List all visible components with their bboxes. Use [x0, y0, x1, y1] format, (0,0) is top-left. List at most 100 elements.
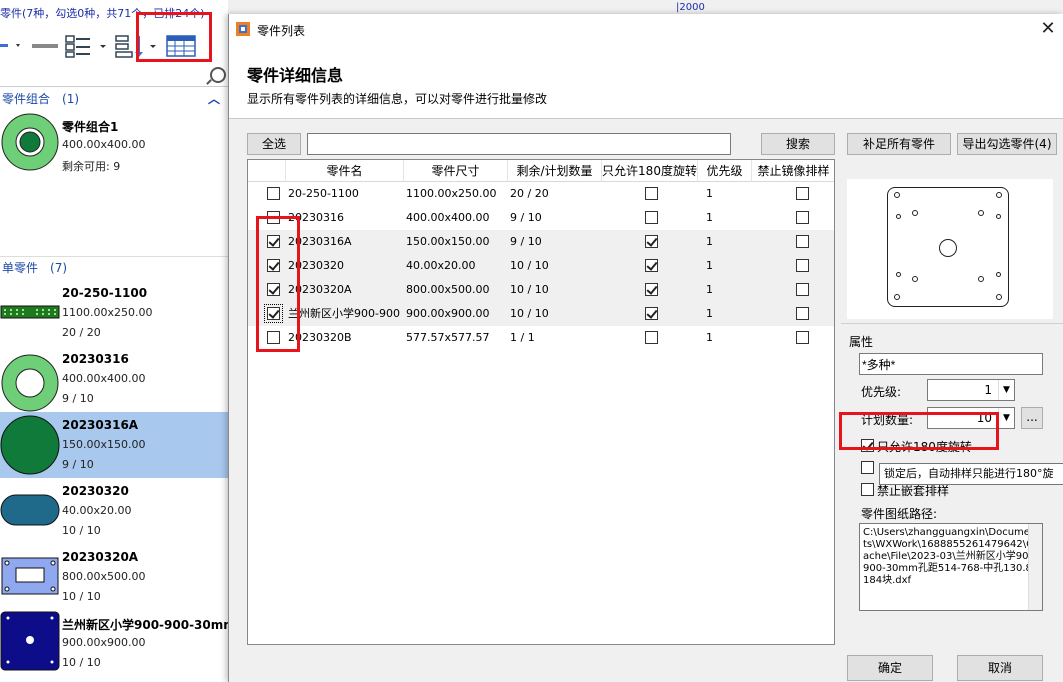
select-all-button[interactable]: 全选: [247, 133, 301, 155]
rot180-cell-checkbox[interactable]: [645, 211, 658, 224]
dialog-titlebar[interactable]: 零件列表 ✕: [229, 14, 1063, 46]
table-row[interactable]: 20-250-1100 1100.00x250.00 20 / 20 1: [248, 182, 834, 206]
nest-checkbox[interactable]: [861, 483, 874, 496]
combo-item[interactable]: 零件组合1 400.00x400.00 剩余可用: 9: [0, 112, 228, 178]
cell-remain: 10 / 10: [510, 259, 549, 272]
nomirror-cell-checkbox[interactable]: [796, 307, 809, 320]
part-item-selected[interactable]: 20230316A 150.00x150.00 9 / 10: [0, 412, 228, 478]
part-name-field[interactable]: [859, 353, 1043, 375]
combo-name: 零件组合1: [62, 120, 119, 134]
cell-size: 400.00x400.00: [406, 211, 490, 224]
part-thumbnail-ring: [1, 354, 59, 412]
row-select-checkbox[interactable]: [267, 187, 280, 200]
col-header-remain[interactable]: 剩余/计划数量: [508, 160, 602, 182]
part-thumbnail-ring: [1, 113, 59, 171]
table-row[interactable]: 20230320A 800.00x500.00 10 / 10 1: [248, 278, 834, 302]
path-scrollbar[interactable]: [1028, 524, 1042, 610]
list-view-icon[interactable]: [64, 34, 110, 58]
hole-mark: [996, 272, 1001, 277]
search-input[interactable]: [307, 133, 731, 155]
nomirror-cell-checkbox[interactable]: [796, 187, 809, 200]
rot180-cell-checkbox[interactable]: [645, 331, 658, 344]
cell-priority: 1: [706, 235, 713, 248]
highlight-toolbar-table: [136, 12, 212, 62]
cell-remain: 10 / 10: [510, 283, 549, 296]
rot180-cell-checkbox[interactable]: [645, 283, 658, 296]
parts-search[interactable]: [0, 65, 228, 87]
line-style-icon[interactable]: [0, 34, 26, 58]
nomirror-cell-checkbox[interactable]: [796, 331, 809, 344]
cancel-button[interactable]: 取消: [957, 655, 1043, 681]
part-item[interactable]: 20230320 40.00x20.00 10 / 10: [0, 478, 228, 544]
table-row[interactable]: 20230320 40.00x20.00 10 / 10 1: [248, 254, 834, 278]
part-item[interactable]: 20-250-1100 1100.00x250.00 20 / 20: [0, 280, 228, 346]
col-header-rot180[interactable]: 只允许180度旋转: [602, 160, 698, 182]
priority-label: 优先级:: [861, 385, 902, 399]
chevron-up-icon[interactable]: ︿: [208, 88, 220, 110]
part-item[interactable]: 20230320A 800.00x500.00 10 / 10: [0, 544, 228, 610]
rot180-cell-checkbox[interactable]: [645, 259, 658, 272]
rot180-cell-checkbox[interactable]: [645, 307, 658, 320]
cell-remain: 9 / 10: [510, 211, 542, 224]
col-header-priority[interactable]: 优先级: [698, 160, 752, 182]
rot180-cell-checkbox[interactable]: [645, 187, 658, 200]
more-button[interactable]: ...: [1021, 407, 1043, 429]
search-button[interactable]: 搜索: [761, 133, 835, 155]
ok-button[interactable]: 确定: [847, 655, 933, 681]
col-header-nomirror[interactable]: 禁止镜像排样: [752, 160, 834, 182]
cell-name: 20230316A: [288, 235, 352, 248]
highlight-checked-rows: [256, 216, 300, 352]
group-header-combo[interactable]: 零件组合 (1) ︿: [0, 88, 228, 110]
chevron-down-icon[interactable]: ▼: [998, 380, 1014, 400]
table-row[interactable]: 20230320B 577.57x577.57 1 / 1 1: [248, 326, 834, 350]
drawing-path-field[interactable]: C:\Users\zhangguangxin\Documents\WXWork\…: [859, 523, 1043, 611]
nomirror-cell-checkbox[interactable]: [796, 235, 809, 248]
part-item[interactable]: 20230316 400.00x400.00 9 / 10: [0, 346, 228, 412]
part-size: 800.00x500.00: [62, 570, 146, 583]
part-remain: 10 / 10: [62, 524, 101, 537]
cell-name: 20230320: [288, 259, 344, 272]
hole-mark: [996, 294, 1002, 300]
mirror-checkbox[interactable]: [861, 461, 874, 474]
cell-name: 20230320B: [288, 331, 352, 344]
dash-line-icon[interactable]: [30, 34, 60, 58]
nomirror-cell-checkbox[interactable]: [796, 211, 809, 224]
priority-combo[interactable]: 1 ▼: [927, 379, 1015, 401]
hole-mark: [894, 294, 900, 300]
chevron-down-icon[interactable]: ▼: [998, 408, 1014, 428]
nomirror-cell-checkbox[interactable]: [796, 283, 809, 296]
part-name: 兰州新区小学900-900-30mm: [62, 618, 228, 632]
dialog-body: 全选 搜索 零件名 零件尺寸 剩余/计划数量 只允许180度旋转 优先级 禁止镜…: [229, 118, 1063, 682]
export-checked-button[interactable]: 导出勾选零件(4): [957, 133, 1057, 155]
combo-remain: 剩余可用: 9: [62, 160, 121, 173]
cell-remain: 10 / 10: [510, 307, 549, 320]
part-size: 400.00x400.00: [62, 372, 146, 385]
rot180-cell-checkbox[interactable]: [645, 235, 658, 248]
close-icon[interactable]: ✕: [1038, 18, 1058, 39]
hole-mark: [896, 272, 901, 277]
fill-all-button[interactable]: 补足所有零件: [847, 133, 951, 155]
part-thumbnail-plate: [0, 611, 60, 671]
properties-panel: 补足所有零件 导出勾选零件(4) 属性 *多种* 优先级: 1 ▼ 计划数量: …: [841, 127, 1063, 682]
cell-priority: 1: [706, 283, 713, 296]
part-remain: 20 / 20: [62, 326, 101, 339]
hole-mark: [912, 276, 918, 282]
part-remain: 10 / 10: [62, 656, 101, 669]
table-row[interactable]: 兰州新区小学900-900 900.00x900.00 10 / 10 1: [248, 302, 834, 326]
hole-mark: [996, 192, 1002, 198]
col-header-size[interactable]: 零件尺寸: [404, 160, 508, 182]
table-row[interactable]: 20230316A 150.00x150.00 9 / 10 1: [248, 230, 834, 254]
col-header-name[interactable]: 零件名: [286, 160, 404, 182]
table-row[interactable]: 20230316 400.00x400.00 9 / 10 1: [248, 206, 834, 230]
hole-mark: [978, 276, 984, 282]
part-item[interactable]: 兰州新区小学900-900-30mm 900.00x900.00 10 / 10: [0, 610, 228, 676]
part-thumbnail-obround: [0, 494, 60, 526]
hole-mark: [912, 210, 918, 216]
group-header-single[interactable]: 单零件 (7): [0, 256, 228, 278]
cell-priority: 1: [706, 187, 713, 200]
dialog-title: 零件列表: [257, 24, 306, 38]
part-name: 20230320: [62, 484, 129, 498]
nomirror-cell-checkbox[interactable]: [796, 259, 809, 272]
cell-remain: 1 / 1: [510, 331, 535, 344]
search-icon[interactable]: [210, 67, 226, 83]
